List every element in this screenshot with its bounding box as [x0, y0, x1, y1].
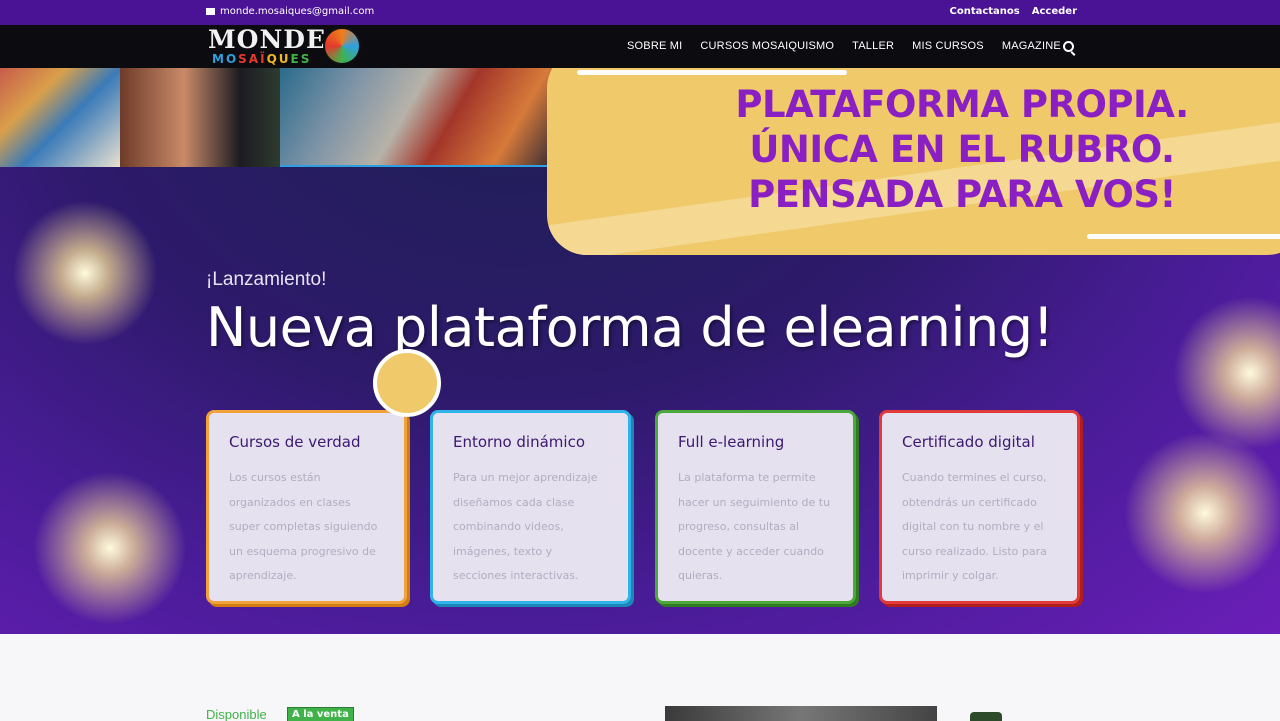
nav-cursos-mosaiquismo[interactable]: CURSOS MOSAIQUISMO — [700, 40, 834, 52]
banner-line — [577, 70, 847, 75]
mouse-cursor-highlight — [373, 349, 441, 417]
contact-email[interactable]: monde.mosaiques@gmail.com — [206, 6, 374, 17]
top-bar: monde.mosaiques@gmail.com Contactanos Ac… — [0, 0, 1280, 25]
sparkle-decoration — [1110, 418, 1280, 608]
logo-ball-icon — [323, 27, 361, 65]
logo-subtitle: MOSAÏQUES — [212, 52, 311, 66]
product-image[interactable] — [665, 706, 937, 721]
acceder-link[interactable]: Acceder — [1032, 6, 1077, 17]
top-links: Contactanos Acceder — [949, 6, 1077, 17]
nav-taller[interactable]: TALLER — [852, 40, 894, 52]
mosaic-photo-strip — [0, 68, 560, 167]
card-title: Certificado digital — [902, 433, 1035, 451]
banner-line-3: PENSADA PARA VOS! — [748, 173, 1176, 216]
hero-kicker: ¡Lanzamiento! — [206, 269, 327, 290]
feature-card-certificado: Certificado digital Cuando termines el c… — [879, 410, 1080, 604]
hero-section: PLATAFORMA PROPIA. ÚNICA EN EL RUBRO. PE… — [0, 68, 1280, 634]
logo-sub-part: SAÏ — [238, 52, 267, 66]
main-nav: SOBRE MI CURSOS MOSAIQUISMO TALLER MIS C… — [627, 40, 1061, 52]
mosaic-photo — [120, 68, 280, 167]
nav-mis-cursos[interactable]: MIS CURSOS — [912, 40, 984, 52]
card-body: Cuando termines el curso, obtendrás un c… — [902, 471, 1047, 582]
sale-badge: A la venta — [287, 707, 354, 721]
hero-headline: Nueva plataforma de elearning! — [206, 296, 1054, 359]
envelope-icon — [206, 8, 215, 15]
nav-sobre-mi[interactable]: SOBRE MI — [627, 40, 682, 52]
card-title: Entorno dinámico — [453, 433, 585, 451]
nav-magazine[interactable]: MAGAZINE — [1002, 40, 1061, 52]
site-logo[interactable]: MONDE MOSAÏQUES — [208, 25, 368, 68]
card-body: Los cursos están organizados en clases s… — [229, 471, 378, 582]
logo-sub-part: QU — [266, 52, 291, 66]
feature-card-elearning: Full e-learning La plataforma te permite… — [655, 410, 856, 604]
promo-banner: PLATAFORMA PROPIA. ÚNICA EN EL RUBRO. PE… — [547, 68, 1280, 255]
mosaic-photo — [280, 68, 560, 167]
logo-wordmark: MONDE — [208, 25, 327, 54]
card-title: Cursos de verdad — [229, 433, 361, 451]
banner-line-2: ÚNICA EN EL RUBRO. — [749, 128, 1175, 171]
sparkle-decoration — [20, 458, 200, 634]
search-icon[interactable] — [1063, 41, 1074, 52]
card-body: Para un mejor aprendizaje diseñamos cada… — [453, 471, 598, 582]
product-image[interactable] — [970, 712, 1002, 721]
sparkle-decoration — [0, 188, 170, 358]
mosaic-photo — [0, 68, 120, 167]
banner-line — [1087, 234, 1280, 239]
lower-section: Disponible A la venta — [0, 634, 1280, 721]
card-body: La plataforma te permite hacer un seguim… — [678, 471, 831, 582]
feature-card-entorno: Entorno dinámico Para un mejor aprendiza… — [430, 410, 631, 604]
available-label: Disponible — [206, 707, 267, 721]
logo-sub-part: ES — [290, 52, 312, 66]
email-text[interactable]: monde.mosaiques@gmail.com — [220, 6, 374, 17]
card-title: Full e-learning — [678, 433, 785, 451]
banner-line-1: PLATAFORMA PROPIA. — [735, 83, 1189, 126]
contactanos-link[interactable]: Contactanos — [949, 6, 1019, 17]
banner-text: PLATAFORMA PROPIA. ÚNICA EN EL RUBRO. PE… — [732, 82, 1192, 217]
logo-sub-part: MO — [212, 52, 239, 66]
feature-card-cursos: Cursos de verdad Los cursos están organi… — [206, 410, 407, 604]
site-header: MONDE MOSAÏQUES SOBRE MI CURSOS MOSAIQUI… — [0, 25, 1280, 68]
